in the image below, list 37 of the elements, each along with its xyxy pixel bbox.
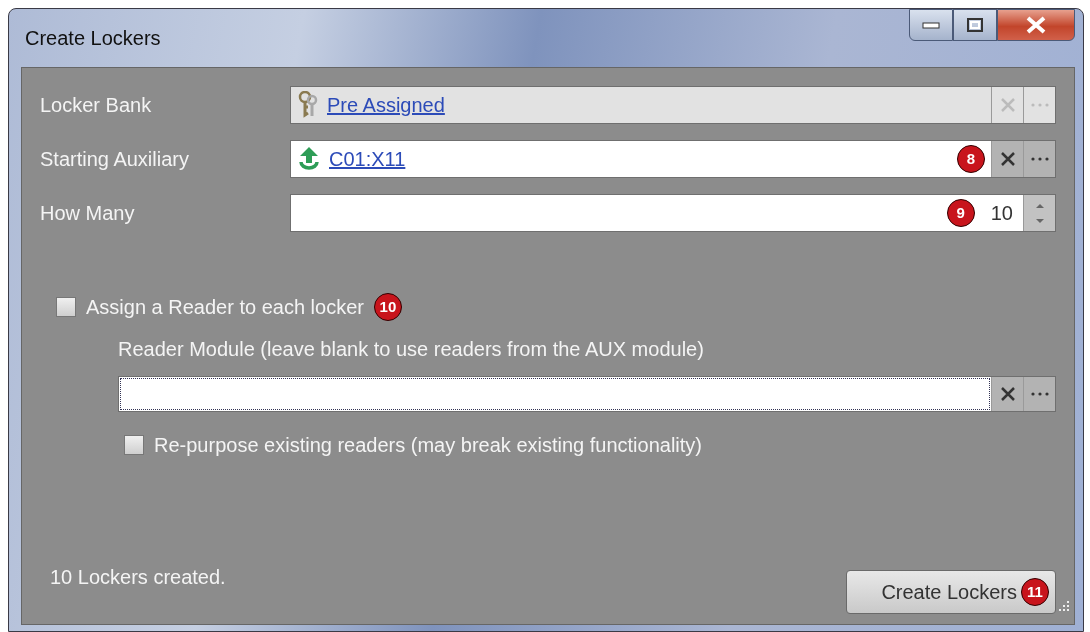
value-link[interactable]: C01:X11 (329, 144, 406, 174)
number-field[interactable]: 9 10 (290, 194, 1056, 232)
checkbox-label: Re-purpose existing readers (may break existing functionality) (154, 433, 703, 458)
checkbox-label: Assign a Reader to each locker (86, 295, 364, 320)
keys-icon (297, 91, 319, 119)
field-label: Starting Auxiliary (40, 147, 190, 172)
callout-marker: 11 (1021, 578, 1049, 606)
up-arrow-icon (297, 146, 321, 172)
field-label: How Many (40, 201, 136, 226)
ellipsis-icon (1030, 103, 1049, 107)
ellipsis-icon (1030, 392, 1049, 396)
close-button[interactable] (997, 9, 1075, 41)
minimize-icon (922, 21, 940, 29)
callout-marker: 10 (373, 293, 402, 321)
field-label: Reader Module (leave blank to use readers from the AUX module) (118, 337, 705, 362)
checkbox[interactable] (56, 297, 76, 317)
ellipsis-icon (1030, 157, 1049, 161)
callout-marker: 8 (957, 145, 985, 173)
close-icon (999, 97, 1016, 113)
field-value: 10 (990, 201, 1013, 226)
create-lockers-button[interactable]: Create Lockers 11 (846, 570, 1056, 614)
checkbox[interactable] (124, 435, 144, 455)
lookup-field[interactable] (118, 376, 1056, 412)
minimize-button[interactable] (909, 9, 953, 41)
spin-buttons[interactable] (1023, 195, 1055, 231)
maximize-button[interactable] (953, 9, 997, 41)
status-text: 10 Lockers created. (50, 565, 226, 590)
clear-button[interactable] (991, 141, 1023, 177)
clear-button[interactable] (991, 377, 1023, 411)
close-icon (999, 151, 1016, 167)
close-icon (1025, 16, 1047, 34)
window-title: Create Lockers (24, 26, 161, 51)
lookup-field[interactable]: C01:X11 8 (290, 140, 1056, 178)
maximize-icon (966, 17, 984, 33)
field-label: Locker Bank (40, 93, 153, 118)
callout-marker: 9 (946, 199, 975, 227)
close-icon (999, 386, 1016, 402)
